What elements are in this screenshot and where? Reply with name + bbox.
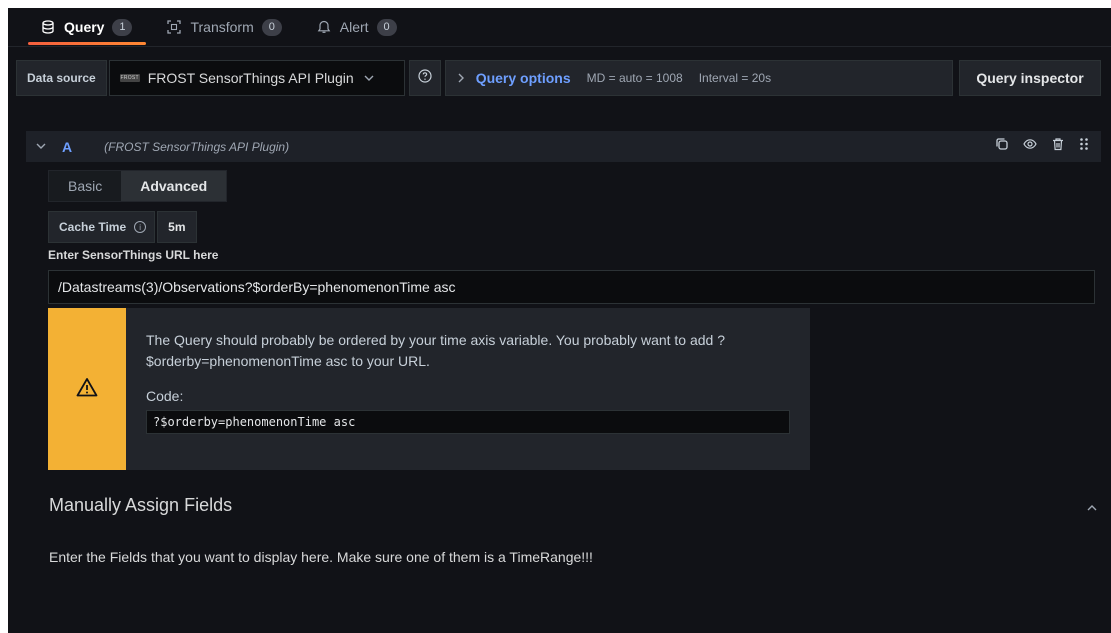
tab-alert[interactable]: Alert 0 bbox=[300, 8, 415, 46]
sensorthings-url-input[interactable]: /Datastreams(3)/Observations?$orderBy=ph… bbox=[48, 270, 1095, 304]
tab-alert-count: 0 bbox=[376, 18, 397, 36]
query-editor-app: Query 1 Transform 0 Alert 0 Data source … bbox=[8, 8, 1111, 633]
datasource-help-button[interactable] bbox=[408, 60, 441, 96]
cache-time-field: Cache Time i 5m bbox=[48, 211, 197, 243]
cache-time-input[interactable]: 5m bbox=[157, 211, 197, 243]
query-options-label: Query options bbox=[475, 70, 571, 86]
max-datapoints-text: MD = auto = 1008 bbox=[586, 71, 683, 85]
alert-content: The Query should probably be ordered by … bbox=[126, 308, 810, 470]
alert-code-label: Code: bbox=[146, 388, 184, 404]
query-options-toggle[interactable]: Query options MD = auto = 1008 Interval … bbox=[444, 60, 953, 96]
fields-section-description: Enter the Fields that you want to displa… bbox=[49, 549, 593, 565]
bell-icon bbox=[316, 19, 332, 35]
tab-transform[interactable]: Transform 0 bbox=[150, 8, 299, 46]
mode-basic-button[interactable]: Basic bbox=[49, 171, 121, 201]
chevron-up-icon[interactable] bbox=[1087, 503, 1097, 514]
tabs-divider bbox=[8, 46, 1111, 47]
trash-icon[interactable] bbox=[1051, 137, 1065, 156]
alert-icon-area bbox=[48, 308, 126, 470]
tab-alert-label: Alert bbox=[339, 19, 369, 35]
cache-time-label: Cache Time i bbox=[48, 211, 156, 243]
tab-query-label: Query bbox=[64, 19, 105, 35]
duplicate-icon[interactable] bbox=[995, 137, 1009, 156]
chevron-right-icon bbox=[458, 71, 464, 86]
query-ref-id[interactable]: A bbox=[62, 139, 72, 155]
collapse-chevron-icon[interactable] bbox=[36, 141, 46, 152]
fields-section-title[interactable]: Manually Assign Fields bbox=[49, 495, 232, 516]
alert-message: The Query should probably be ordered by … bbox=[146, 332, 726, 369]
warning-triangle-icon bbox=[76, 377, 98, 402]
editor-tabs: Query 1 Transform 0 Alert 0 bbox=[8, 8, 415, 46]
transform-icon bbox=[166, 19, 182, 35]
query-datasource-name: (FROST SensorThings API Plugin) bbox=[104, 139, 290, 154]
chevron-down-icon bbox=[364, 72, 374, 84]
tab-query-count: 1 bbox=[112, 18, 133, 36]
info-icon[interactable]: i bbox=[134, 221, 147, 233]
editor-mode-switch: Basic Advanced bbox=[48, 170, 228, 202]
ordering-warning-alert: The Query should probably be ordered by … bbox=[48, 308, 810, 470]
tab-transform-count: 0 bbox=[261, 18, 282, 36]
drag-handle-icon[interactable] bbox=[1079, 137, 1089, 156]
query-toolbar: Data source FROST FROST SensorThings API… bbox=[16, 60, 1101, 96]
interval-text: Interval = 20s bbox=[698, 71, 772, 85]
question-circle-icon bbox=[418, 68, 432, 88]
mode-advanced-button[interactable]: Advanced bbox=[121, 171, 227, 201]
datasource-picker[interactable]: FROST FROST SensorThings API Plugin bbox=[108, 60, 405, 96]
datasource-picker-value: FROST SensorThings API Plugin bbox=[147, 70, 354, 86]
eye-icon[interactable] bbox=[1023, 137, 1037, 156]
frost-logo-icon: FROST bbox=[119, 74, 140, 82]
database-icon bbox=[40, 19, 56, 35]
query-row-actions bbox=[995, 137, 1101, 156]
query-inspector-button[interactable]: Query inspector bbox=[959, 60, 1101, 96]
cache-time-label-text: Cache Time bbox=[59, 220, 127, 234]
url-field-label: Enter SensorThings URL here bbox=[48, 248, 219, 262]
tab-transform-label: Transform bbox=[190, 19, 254, 35]
datasource-label: Data source bbox=[16, 60, 107, 96]
alert-code-snippet[interactable]: ?$orderby=phenomenonTime asc bbox=[146, 410, 790, 434]
tab-query[interactable]: Query 1 bbox=[24, 8, 150, 46]
query-row-header: A (FROST SensorThings API Plugin) bbox=[26, 131, 1101, 162]
